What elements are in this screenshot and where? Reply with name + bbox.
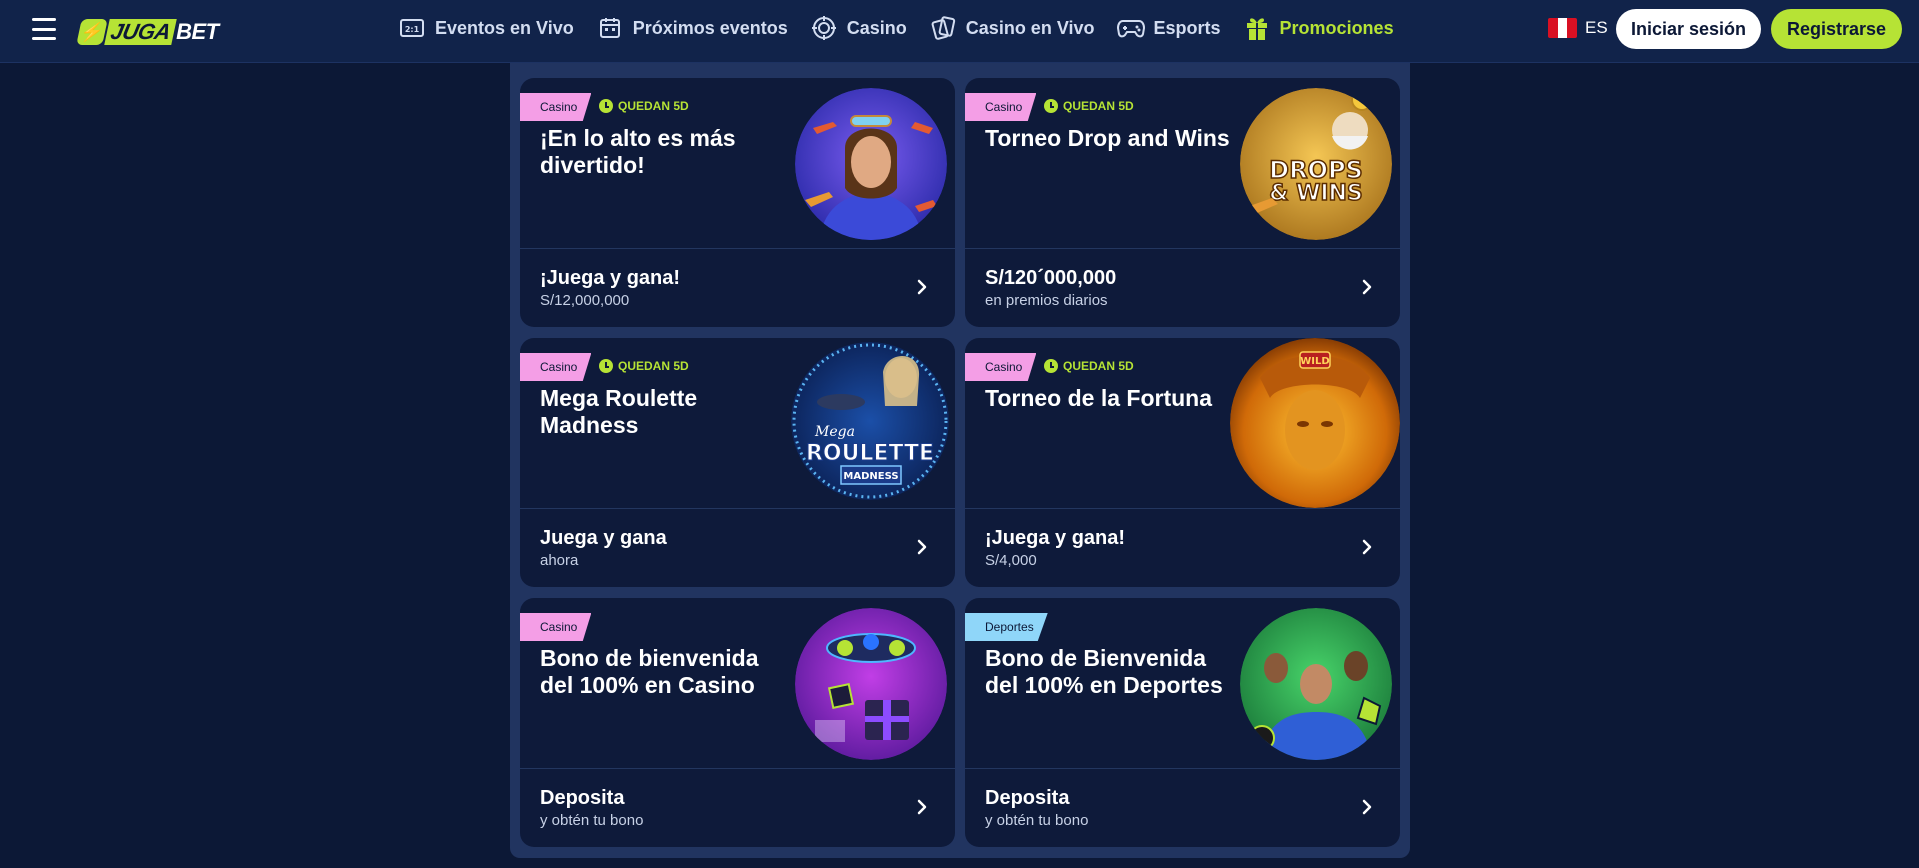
promo-cta-title: ¡Juega y gana! bbox=[540, 267, 681, 289]
category-tag: Casino bbox=[965, 353, 1037, 381]
main-nav: 2:1 Eventos en Vivo Próximos eventos Cas… bbox=[398, 0, 1416, 56]
promo-title: Torneo de la Fortuna bbox=[985, 385, 1213, 411]
card-divider bbox=[965, 508, 1400, 509]
category-tag: Casino bbox=[520, 613, 592, 641]
mega-roulette-image: Mega ROULETTE MADNESS bbox=[791, 342, 949, 500]
language-code: ES bbox=[1585, 18, 1608, 37]
clock-icon bbox=[1044, 359, 1058, 373]
nav-label: Promociones bbox=[1279, 17, 1394, 38]
drops-and-wins-image: DROPS & WINS bbox=[1240, 88, 1392, 240]
art-text: & WINS bbox=[1269, 181, 1363, 206]
time-remaining: QUEDAN 5D bbox=[599, 359, 689, 373]
casino-bonus-image bbox=[795, 608, 947, 760]
promo-card[interactable]: Casino QUEDAN 5D Mega Roulette Madness M… bbox=[520, 338, 955, 587]
language-selector[interactable]: ES bbox=[1548, 18, 1608, 38]
promo-card[interactable]: Deportes Bono de Bienvenida del 100% en … bbox=[965, 598, 1400, 847]
promo-card[interactable]: Casino QUEDAN 5D Torneo de la Fortuna WI… bbox=[965, 338, 1400, 587]
top-header: ⚡ JUGA BET 2:1 Eventos en Vivo Próximos … bbox=[0, 0, 1919, 63]
promo-cta-subtitle: S/4,000 bbox=[985, 552, 1037, 569]
nav-label: Eventos en Vivo bbox=[435, 17, 574, 38]
golden-jester-image: WILD bbox=[1230, 338, 1400, 508]
promo-cta-subtitle: S/12,000,000 bbox=[540, 292, 630, 309]
register-button[interactable]: Registrarse bbox=[1771, 9, 1902, 49]
card-divider bbox=[965, 768, 1400, 769]
clock-icon bbox=[599, 99, 613, 113]
live-scoreboard-icon: 2:1 bbox=[398, 14, 426, 42]
time-remaining: QUEDAN 5D bbox=[1044, 99, 1134, 113]
chevron-right-icon[interactable] bbox=[915, 278, 929, 296]
nav-casino-en-vivo[interactable]: Casino en Vivo bbox=[929, 14, 1095, 42]
login-button[interactable]: Iniciar sesión bbox=[1616, 9, 1761, 49]
promo-cta-subtitle: en premios diarios bbox=[985, 292, 1108, 309]
promo-card[interactable]: Casino Bono de bienvenida del 100% en Ca… bbox=[520, 598, 955, 847]
nav-proximos-eventos[interactable]: Próximos eventos bbox=[596, 14, 788, 42]
logo-text-bet: BET bbox=[176, 19, 219, 44]
nav-esports[interactable]: Esports bbox=[1116, 14, 1221, 42]
time-remaining: QUEDAN 5D bbox=[599, 99, 689, 113]
nav-promociones[interactable]: Promociones bbox=[1243, 14, 1394, 42]
nav-label: Casino bbox=[846, 17, 907, 38]
category-tag: Deportes bbox=[965, 613, 1048, 641]
logo-text-juga: JUGA bbox=[104, 19, 177, 45]
peru-flag-icon bbox=[1548, 18, 1577, 38]
promo-cta-title: Deposita bbox=[540, 787, 625, 809]
timer-label: QUEDAN 5D bbox=[1063, 99, 1134, 113]
cards-icon bbox=[929, 14, 957, 42]
promo-card[interactable]: Casino QUEDAN 5D ¡En lo alto es más dive… bbox=[520, 78, 955, 327]
promo-title: Bono de Bienvenida del 100% en Deportes bbox=[985, 645, 1223, 698]
nav-eventos-en-vivo[interactable]: 2:1 Eventos en Vivo bbox=[398, 14, 574, 42]
promo-cta-title: Deposita bbox=[985, 787, 1070, 809]
gamepad-icon bbox=[1116, 14, 1145, 42]
nav-casino[interactable]: Casino bbox=[810, 14, 907, 42]
art-text: ROULETTE bbox=[806, 441, 934, 466]
promo-cta-subtitle: ahora bbox=[540, 552, 579, 569]
chevron-right-icon[interactable] bbox=[1360, 538, 1374, 556]
chevron-right-icon[interactable] bbox=[1360, 278, 1374, 296]
timer-label: QUEDAN 5D bbox=[1063, 359, 1134, 373]
calendar-icon bbox=[596, 14, 624, 42]
promo-title: Torneo Drop and Wins bbox=[985, 125, 1230, 151]
category-tag: Casino bbox=[520, 353, 592, 381]
clock-icon bbox=[599, 359, 613, 373]
svg-text:2:1: 2:1 bbox=[405, 25, 420, 34]
art-text: Mega bbox=[814, 424, 855, 440]
promo-cta-title: Juega y gana bbox=[540, 527, 667, 549]
art-text: DROPS bbox=[1269, 156, 1363, 184]
promo-cta-title: S/120´000,000 bbox=[985, 267, 1117, 289]
card-divider bbox=[965, 248, 1400, 249]
nav-label: Próximos eventos bbox=[632, 17, 788, 38]
chevron-right-icon[interactable] bbox=[915, 798, 929, 816]
promo-card[interactable]: Casino QUEDAN 5D Torneo Drop and Wins DR… bbox=[965, 78, 1400, 327]
nav-label: Esports bbox=[1153, 17, 1221, 38]
promo-cta-title: ¡Juega y gana! bbox=[985, 527, 1126, 549]
card-divider bbox=[520, 248, 955, 249]
art-text: WILD bbox=[1300, 356, 1329, 367]
time-remaining: QUEDAN 5D bbox=[1044, 359, 1134, 373]
chevron-right-icon[interactable] bbox=[1360, 798, 1374, 816]
sports-players-image bbox=[1240, 608, 1392, 760]
bolt-icon: ⚡ bbox=[76, 19, 108, 45]
nav-label: Casino en Vivo bbox=[965, 17, 1095, 38]
menu-icon[interactable] bbox=[32, 18, 56, 40]
promo-title: ¡En lo alto es más divertido! bbox=[540, 125, 736, 178]
promo-title: Bono de bienvenida del 100% en Casino bbox=[540, 645, 759, 698]
timer-label: QUEDAN 5D bbox=[618, 99, 689, 113]
category-tag: Casino bbox=[965, 93, 1037, 121]
aviator-woman-image bbox=[795, 88, 947, 240]
category-tag: Casino bbox=[520, 93, 592, 121]
art-text: MADNESS bbox=[843, 471, 898, 482]
card-divider bbox=[520, 768, 955, 769]
promo-cta-subtitle: y obtén tu bono bbox=[540, 812, 644, 829]
clock-icon bbox=[1044, 99, 1058, 113]
promo-cta-subtitle: y obtén tu bono bbox=[985, 812, 1089, 829]
chevron-right-icon[interactable] bbox=[915, 538, 929, 556]
gift-icon bbox=[1243, 14, 1271, 42]
card-divider bbox=[520, 508, 955, 509]
promotions-panel: Casino QUEDAN 5D ¡En lo alto es más dive… bbox=[510, 63, 1410, 858]
jugabet-logo[interactable]: ⚡ JUGA BET bbox=[76, 18, 219, 46]
casino-chip-icon bbox=[810, 14, 838, 42]
timer-label: QUEDAN 5D bbox=[618, 359, 689, 373]
promo-title: Mega Roulette Madness bbox=[540, 385, 698, 438]
